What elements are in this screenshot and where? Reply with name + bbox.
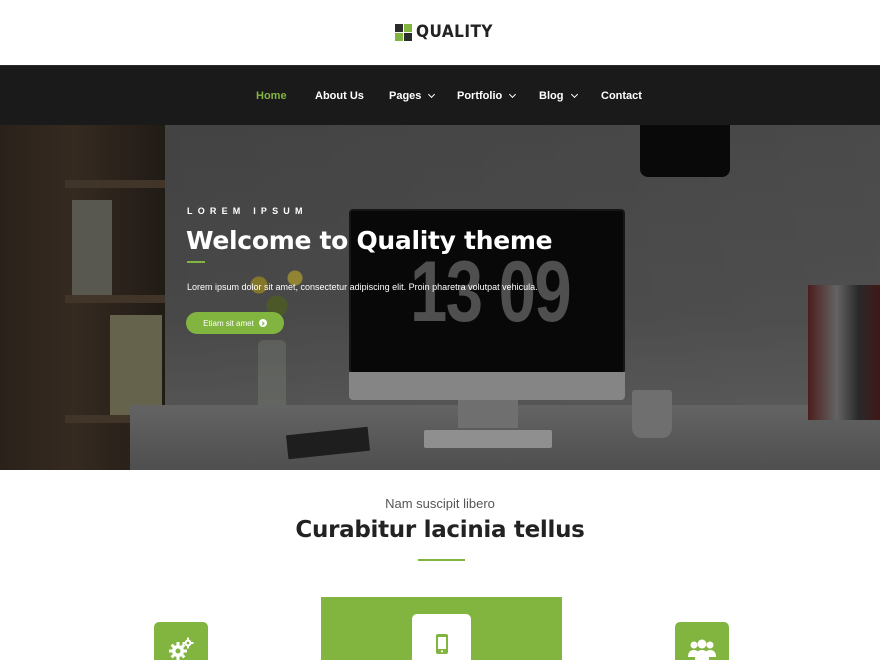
nav-item-pages[interactable]: Pages — [389, 66, 436, 126]
nav-item-label: Portfolio — [457, 90, 503, 102]
hero-cta-button[interactable]: Etiam sit amet — [186, 312, 284, 334]
nav-item-label: Pages — [389, 90, 422, 102]
nav-item-label: Home — [256, 90, 287, 102]
services-title-prefix: Curabitur — [295, 517, 424, 543]
services-subtitle: Nam suscipit libero — [385, 496, 495, 511]
service-icon-box-left[interactable] — [154, 622, 208, 660]
nav-item-portfolio[interactable]: Portfolio — [457, 66, 517, 126]
services-title-bold: lacinia — [423, 517, 507, 543]
logo-text: QUALITY — [416, 22, 493, 42]
services-title-suffix: tellus — [506, 517, 585, 543]
services-title-divider — [418, 559, 465, 561]
main-nav: Home About Us Pages Portfolio Blog Conta… — [0, 65, 880, 125]
service-icon-box-right[interactable] — [675, 622, 729, 660]
nav-item-blog[interactable]: Blog — [539, 66, 578, 126]
hero-slider: 13 09 LOREM IPSUM Welcome to Quality the… — [0, 125, 880, 470]
hero-title-divider — [187, 261, 205, 263]
nav-item-contact[interactable]: Contact — [601, 66, 642, 126]
services-title: Curabitur lacinia tellus — [0, 517, 880, 543]
logo-mark-icon — [395, 23, 412, 41]
chevron-down-icon — [509, 90, 517, 99]
hero-title: Welcome to Quality theme — [186, 226, 553, 255]
chevron-down-icon — [570, 90, 578, 99]
nav-item-home[interactable]: Home — [256, 66, 287, 126]
site-header: QUALITY — [0, 0, 880, 65]
users-icon — [688, 639, 716, 660]
service-icon-box-center[interactable] — [412, 614, 471, 660]
hero-description: Lorem ipsum dolor sit amet, consectetur … — [187, 282, 538, 292]
nav-item-about-us[interactable]: About Us — [315, 66, 364, 126]
mobile-phone-icon — [435, 633, 448, 654]
gears-icon — [169, 637, 194, 660]
nav-item-label: About Us — [315, 90, 364, 102]
hero-kicker: LOREM IPSUM — [187, 206, 308, 216]
nav-item-label: Blog — [539, 90, 564, 102]
chevron-down-icon — [428, 90, 436, 99]
hero-cta-label: Etiam sit amet — [203, 318, 254, 328]
nav-item-label: Contact — [601, 90, 642, 102]
arrow-circle-right-icon — [258, 319, 267, 327]
site-logo[interactable]: QUALITY — [395, 22, 501, 42]
